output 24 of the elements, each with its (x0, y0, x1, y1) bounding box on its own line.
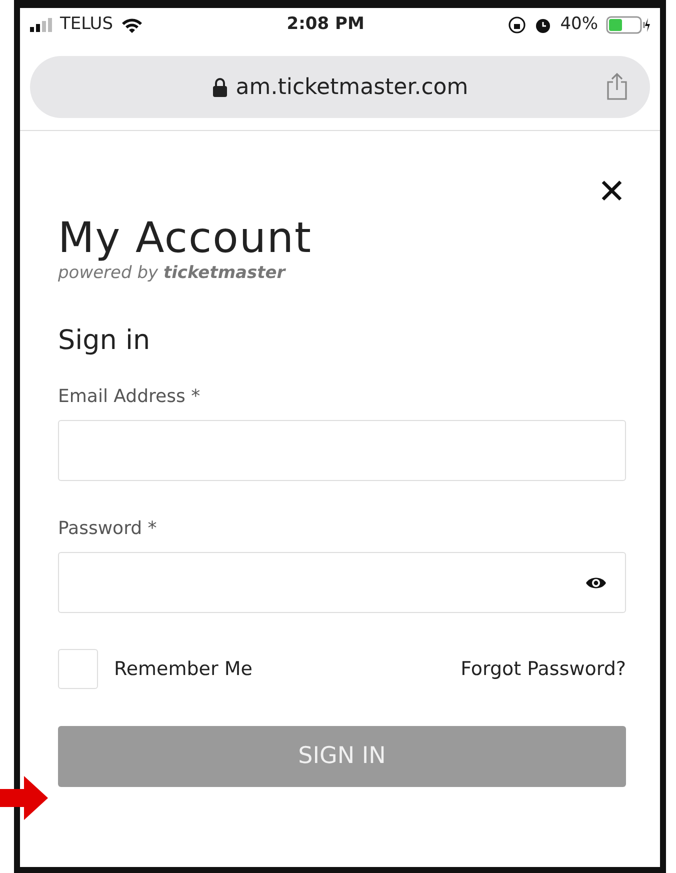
forgot-password-link[interactable]: Forgot Password? (460, 654, 626, 684)
remember-checkbox[interactable] (58, 649, 98, 690)
wifi-icon (120, 17, 143, 33)
page-title: My Account (58, 215, 314, 262)
email-field[interactable] (58, 420, 626, 482)
sign-in-heading: Sign in (58, 324, 152, 358)
share-icon[interactable] (606, 72, 628, 100)
arrow-icon (0, 776, 50, 820)
url-text: am.ticketmaster.com (236, 74, 468, 102)
powered-by-text: powered by ticketmaster (58, 262, 287, 286)
battery-percent: 40% (560, 13, 598, 36)
rotation-lock-icon (508, 16, 526, 34)
signal-icon (30, 18, 52, 32)
close-button[interactable]: ✕ (598, 175, 626, 209)
carrier-name: TELUS (60, 13, 113, 36)
address-bar[interactable]: am.ticketmaster.com (30, 56, 650, 118)
password-field[interactable] (58, 552, 626, 614)
field-label: Password * (58, 517, 158, 542)
remember-me-label: Remember Me (114, 656, 252, 682)
field-label: Email Address * (58, 385, 202, 410)
battery-icon (606, 16, 650, 34)
alarm-icon (534, 16, 552, 34)
status-time: 2:08 PM (286, 13, 364, 36)
lock-icon (212, 77, 228, 97)
